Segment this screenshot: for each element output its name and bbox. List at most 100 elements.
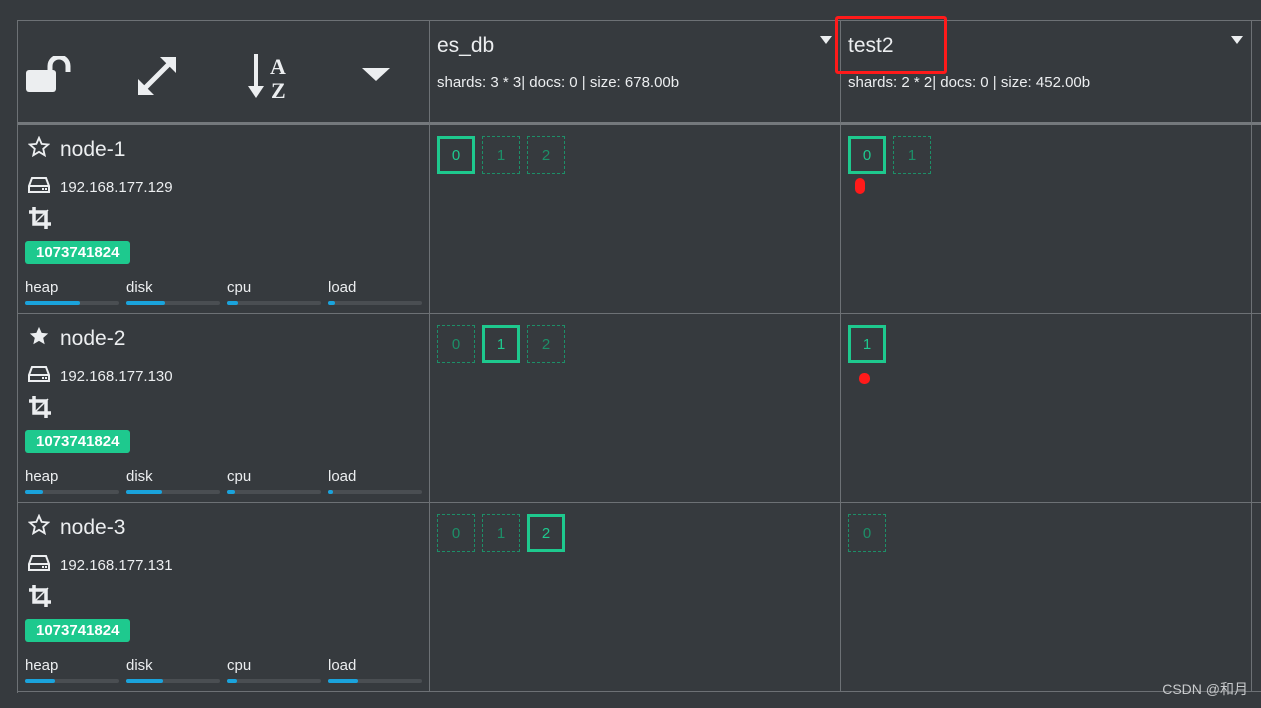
expand-icon[interactable] [132, 51, 182, 101]
svg-text:Z: Z [271, 78, 286, 100]
metric-bar-disk [126, 490, 220, 494]
node-badge: 1073741824 [25, 619, 131, 642]
unlock-icon[interactable] [24, 51, 74, 101]
watermark: CSDN @和月 [1162, 681, 1248, 697]
node-address: 192.168.177.129 [28, 176, 173, 198]
primary-shard[interactable]: 0 [848, 136, 886, 174]
metric-label: heap [25, 279, 59, 296]
metric-cpu: cpu [227, 657, 321, 683]
metric-load: load [328, 468, 422, 494]
shard-cell-test2: 1 [841, 314, 1252, 503]
replica-shard[interactable]: 0 [437, 325, 475, 363]
metric-fill-disk [126, 301, 166, 305]
metric-fill-disk [126, 490, 162, 494]
node-cell: node-2 192.168.177.130 1073741824 heap disk c… [18, 314, 430, 503]
metric-bar-load [328, 490, 422, 494]
shard-cell-partial [1252, 125, 1261, 314]
replica-shard[interactable]: 0 [848, 514, 886, 552]
index-header-es_db: es_db shards: 3 * 3| docs: 0 | size: 678.… [430, 21, 841, 125]
metric-fill-heap [25, 490, 43, 494]
caret-down-icon[interactable] [351, 51, 401, 101]
metric-fill-disk [126, 679, 163, 683]
index-name[interactable]: es_db [437, 34, 494, 58]
replica-shard[interactable]: 2 [527, 325, 565, 363]
node-title: node-1 [27, 135, 125, 164]
metric-fill-load [328, 301, 335, 305]
metric-label: heap [25, 657, 59, 674]
primary-shard[interactable]: 1 [848, 325, 886, 363]
metric-bar-disk [126, 301, 220, 305]
svg-text:A: A [270, 54, 286, 79]
metric-label: cpu [227, 468, 252, 485]
star-outline-icon [27, 135, 51, 164]
node-name[interactable]: node-2 [60, 327, 125, 351]
metric-heap: heap [25, 657, 119, 683]
annotation-highlight-box [835, 16, 947, 74]
toolbar-cell: AZ [18, 21, 430, 125]
node-title: node-2 [28, 325, 125, 353]
index-stats: shards: 3 * 3| docs: 0 | size: 678.00b [437, 74, 680, 91]
shard-cell-partial [1252, 314, 1261, 503]
replica-shard[interactable]: 1 [482, 136, 520, 174]
metric-label: load [328, 468, 357, 485]
crop-icon [29, 396, 51, 423]
shard-cell-es_db: 012 [430, 314, 841, 503]
node-ip: 192.168.177.129 [60, 178, 173, 196]
replica-shard[interactable]: 2 [527, 136, 565, 174]
replica-shard[interactable]: 1 [482, 514, 520, 552]
metric-label: cpu [227, 657, 252, 674]
primary-shard[interactable]: 0 [437, 136, 475, 174]
shard-cell-partial [1252, 503, 1261, 692]
primary-shard[interactable]: 2 [527, 514, 565, 552]
node-badge: 1073741824 [25, 430, 131, 453]
metric-fill-cpu [227, 679, 238, 683]
index-menu-caret-icon[interactable] [1231, 36, 1243, 44]
metric-fill-heap [25, 301, 80, 305]
star-outline-icon [27, 513, 51, 542]
replica-shard[interactable]: 0 [437, 514, 475, 552]
node-badge: 1073741824 [25, 241, 131, 264]
node-address: 192.168.177.131 [28, 554, 173, 576]
index-stats: shards: 2 * 2| docs: 0 | size: 452.00b [848, 74, 1091, 91]
node-address: 192.168.177.130 [28, 365, 173, 387]
metric-label: load [328, 657, 357, 674]
node-cell: node-3 192.168.177.131 1073741824 heap disk c… [18, 503, 430, 692]
crop-icon [29, 207, 51, 234]
node-name[interactable]: node-1 [60, 138, 125, 162]
node-ip: 192.168.177.131 [60, 556, 173, 574]
annotation-mark [855, 178, 865, 194]
replica-shard[interactable]: 1 [893, 136, 931, 174]
node-title: node-3 [27, 513, 125, 542]
metric-fill-heap [25, 679, 56, 683]
metric-disk: disk [126, 657, 220, 683]
index-menu-caret-icon[interactable] [820, 36, 832, 44]
primary-shard[interactable]: 1 [482, 325, 520, 363]
annotation-mark [859, 373, 870, 384]
cluster-overview-grid: AZ es_db shards: 3 * 3| docs: 0 | size: 6… [17, 20, 1261, 693]
metric-fill-load [328, 490, 333, 494]
crop-icon [29, 585, 51, 612]
metric-load: load [328, 279, 422, 305]
hard-drive-icon [28, 176, 50, 198]
metric-cpu: cpu [227, 468, 321, 494]
metric-label: disk [126, 468, 153, 485]
metric-bar-load [328, 301, 422, 305]
node-cell: node-1 192.168.177.129 1073741824 heap disk c… [18, 125, 430, 314]
hard-drive-icon [28, 365, 50, 387]
metric-bar-disk [126, 679, 220, 683]
metric-bar-heap [25, 490, 119, 494]
metric-fill-cpu [227, 301, 239, 305]
metric-bar-load [328, 679, 422, 683]
metric-heap: heap [25, 468, 119, 494]
metric-load: load [328, 657, 422, 683]
metric-bar-cpu [227, 679, 321, 683]
metric-cpu: cpu [227, 279, 321, 305]
sort-alpha-down-icon[interactable]: AZ [245, 51, 295, 101]
metric-bar-cpu [227, 301, 321, 305]
index-header-partial [1252, 21, 1261, 125]
metric-disk: disk [126, 279, 220, 305]
shard-cell-es_db: 012 [430, 503, 841, 692]
metric-label: heap [25, 468, 59, 485]
shard-cell-es_db: 012 [430, 125, 841, 314]
node-name[interactable]: node-3 [60, 516, 125, 540]
